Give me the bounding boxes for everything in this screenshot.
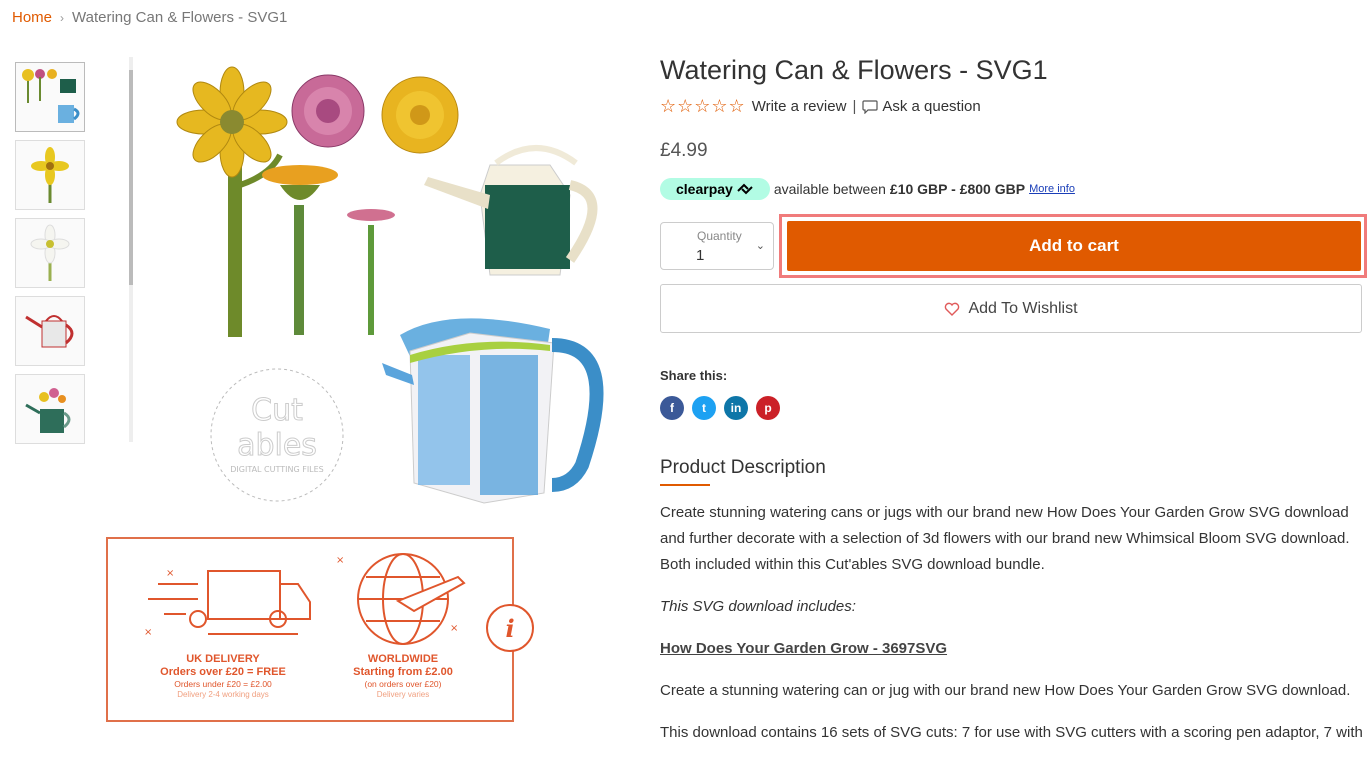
- clearpay-logo-text: clearpay: [676, 181, 733, 197]
- product-title: Watering Can & Flowers - SVG1: [660, 55, 1048, 85]
- clearpay-info: clearpay available between £10 GBP - £80…: [660, 178, 1075, 200]
- thumbnail-4[interactable]: [15, 296, 85, 366]
- facebook-icon[interactable]: f: [660, 396, 684, 420]
- pinterest-icon[interactable]: p: [756, 396, 780, 420]
- breadcrumb-current: Watering Can & Flowers - SVG1: [72, 9, 288, 26]
- share-buttons: f t in p: [660, 396, 780, 420]
- thumbnail-5[interactable]: [15, 374, 85, 444]
- chevron-down-icon: ⌄: [755, 240, 765, 252]
- share-label: Share this:: [660, 368, 728, 383]
- svg-text:×: ×: [144, 627, 152, 638]
- worldwide-title: WORLDWIDE: [367, 653, 439, 665]
- thumbnail-3[interactable]: [15, 218, 85, 288]
- write-review-link[interactable]: Write a review: [752, 98, 847, 115]
- rating-row: ☆☆☆☆☆ Write a review | Ask a question: [660, 96, 981, 117]
- description-paragraph: Create a stunning watering can or jug wi…: [660, 682, 1351, 699]
- product-description: Create stunning watering cans or jugs wi…: [660, 500, 1365, 762]
- heart-outline-icon: [945, 302, 960, 316]
- watermark-cut: Cut: [251, 393, 303, 428]
- thumbnail-gallery: [15, 62, 85, 452]
- description-paragraph: Create stunning watering cans or jugs wi…: [660, 504, 1350, 573]
- description-product-link[interactable]: How Does Your Garden Grow - 3697SVG: [660, 636, 1365, 662]
- clearpay-more-info-link[interactable]: More info: [1029, 183, 1075, 195]
- uk-delivery-info: UK DELIVERY Orders over £20 = FREE Order…: [138, 653, 308, 700]
- watermark-ables: ables: [237, 428, 317, 463]
- uk-delivery-title: UK DELIVERY: [186, 653, 260, 665]
- speech-bubble-icon: [862, 99, 878, 114]
- add-to-wishlist-button[interactable]: Add To Wishlist: [660, 284, 1362, 333]
- svg-text:×: ×: [336, 555, 344, 566]
- thumbnail-1[interactable]: [15, 62, 85, 132]
- worldwide-time: Delivery varies: [376, 690, 430, 699]
- star-outline-icon[interactable]: ☆☆☆☆☆: [660, 96, 746, 117]
- clearpay-badge: clearpay: [660, 178, 770, 200]
- linkedin-icon[interactable]: in: [724, 396, 748, 420]
- watermark-caption: DIGITAL CUTTING FILES: [230, 465, 324, 474]
- ask-question-label: Ask a question: [882, 98, 981, 115]
- uk-delivery-free: Orders over £20 = FREE: [160, 666, 286, 678]
- product-description-heading: Product Description: [660, 457, 826, 478]
- delivery-info-banner: × × × × UK DELIVERY Orders over £20 = FREE …: [106, 537, 514, 722]
- description-includes: This SVG download includes:: [660, 598, 856, 615]
- thumbnail-2[interactable]: [15, 140, 85, 210]
- main-product-image[interactable]: Cut ables DIGITAL CUTTING FILES: [150, 55, 620, 515]
- product-price: £4.99: [660, 140, 708, 161]
- clearpay-arrows-icon: [737, 183, 753, 195]
- clearpay-range: £10 GBP - £800 GBP: [889, 181, 1026, 197]
- svg-text:×: ×: [166, 568, 174, 579]
- description-paragraph: This download contains 16 sets of SVG cu…: [660, 724, 1363, 741]
- clearpay-text: available between: [773, 181, 886, 197]
- add-to-cart-button[interactable]: Add to cart: [787, 221, 1361, 271]
- worldwide-condition: (on orders over £20): [364, 679, 442, 689]
- heading-underline: [660, 484, 710, 486]
- quantity-select[interactable]: Quantity 1 ⌄: [660, 222, 774, 270]
- breadcrumb: Home › Watering Can & Flowers - SVG1: [12, 9, 287, 26]
- quantity-value: 1: [696, 247, 705, 264]
- breadcrumb-home-link[interactable]: Home: [12, 9, 52, 26]
- info-icon[interactable]: i: [486, 604, 534, 652]
- twitter-icon[interactable]: t: [692, 396, 716, 420]
- ask-question-link[interactable]: Ask a question: [862, 98, 981, 115]
- uk-delivery-under: Orders under £20 = £2.00: [174, 679, 272, 689]
- worldwide-delivery-info: WORLDWIDE Starting from £2.00 (on orders…: [318, 653, 488, 700]
- rating-separator: |: [852, 98, 857, 115]
- breadcrumb-separator: ›: [60, 10, 65, 25]
- worldwide-price: Starting from £2.00: [353, 666, 453, 678]
- svg-text:×: ×: [450, 623, 458, 634]
- uk-delivery-time: Delivery 2-4 working days: [177, 690, 269, 699]
- quantity-label: Quantity: [697, 229, 742, 243]
- thumbnail-scrollbar[interactable]: [129, 57, 133, 442]
- globe-plane-icon: [357, 553, 466, 645]
- wishlist-label: Add To Wishlist: [968, 299, 1078, 317]
